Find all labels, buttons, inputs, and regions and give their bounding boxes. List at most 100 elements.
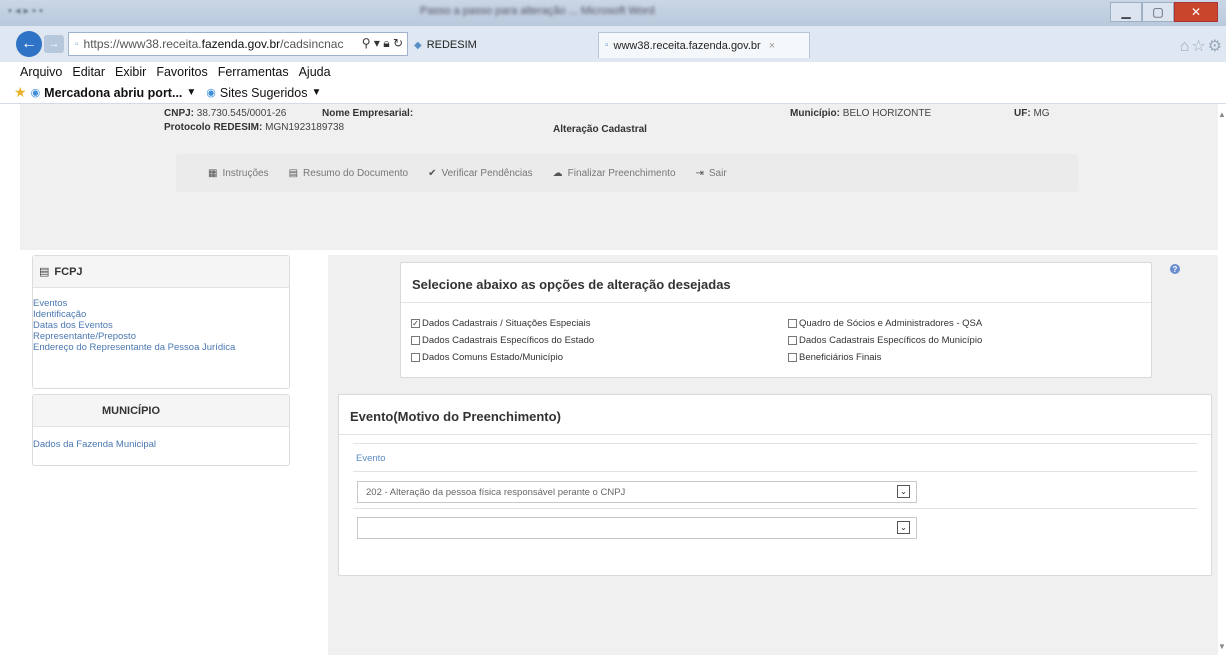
evento-select-1[interactable]: 202 - Alteração da pessoa física respons… bbox=[357, 481, 917, 503]
protocolo-label: Protocolo REDESIM: bbox=[164, 122, 263, 133]
option-qsa[interactable]: Quadro de Sócios e Administradores - QSA bbox=[788, 318, 982, 329]
forward-button[interactable]: → bbox=[44, 35, 64, 53]
finalizar-preenchimento-button[interactable]: ☁ Finalizar Preenchimento bbox=[553, 168, 676, 179]
close-window-button[interactable]: ✕ bbox=[1174, 2, 1218, 22]
verificar-pendencias-button[interactable]: ✔ Verificar Pendências bbox=[428, 168, 533, 179]
cloud-upload-icon: ☁ bbox=[552, 167, 563, 179]
document-icon: ▤ bbox=[288, 167, 299, 179]
settings-gear-icon[interactable]: ⚙ bbox=[1208, 38, 1224, 55]
chevron-down-icon[interactable]: ▼ bbox=[311, 87, 321, 98]
favorites-bar: ★ ◉ Mercadona abriu port... ▼ ◉ Sites Su… bbox=[0, 82, 1226, 104]
divider bbox=[353, 443, 1197, 444]
url-suffix: /cadsincnac bbox=[280, 37, 344, 51]
sidebar-link-eventos[interactable]: Eventos bbox=[33, 298, 289, 309]
fcpj-links: Eventos Identificação Datas dos Eventos … bbox=[33, 288, 289, 353]
sign-out-icon: ⇥ bbox=[695, 167, 704, 179]
page-header: CNPJ: 38.730.545/0001-26 Protocolo REDES… bbox=[20, 104, 1220, 250]
fcpj-header: ▤ FCPJ bbox=[33, 256, 289, 288]
option-dados-cadastrais[interactable]: ✓ Dados Cadastrais / Situações Especiais bbox=[411, 318, 590, 329]
favorites-star-icon[interactable]: ☆ bbox=[1191, 38, 1207, 55]
menu-arquivo[interactable]: Arquivo bbox=[20, 65, 62, 79]
home-icon[interactable]: ⌂ bbox=[1180, 38, 1192, 55]
menu-favoritos[interactable]: Favoritos bbox=[156, 65, 207, 79]
menu-exibir[interactable]: Exibir bbox=[115, 65, 146, 79]
sidebar-link-endereco-representante[interactable]: Endereço do Representante da Pessoa Jurí… bbox=[33, 342, 289, 353]
ie-page-icon: ◉ bbox=[206, 87, 216, 99]
url-field[interactable]: ▫ https://www38.receita. fazenda.gov.br/c… bbox=[68, 32, 408, 56]
chevron-down-icon[interactable]: ⌄ bbox=[897, 521, 910, 534]
nome-empresarial-label: Nome Empresarial: bbox=[322, 108, 414, 119]
evento-select-1-value: 202 - Alteração da pessoa física respons… bbox=[366, 486, 626, 498]
window-title: Passo a passo para alteração ... Microso… bbox=[420, 5, 655, 17]
municipio-title: MUNICÍPIO bbox=[101, 404, 161, 417]
browser-right-icons: ⌂☆⚙ bbox=[1180, 36, 1224, 56]
search-icon[interactable]: ⚲ bbox=[362, 36, 371, 50]
ie-page-icon: ◉ bbox=[30, 87, 41, 99]
option-comuns-estado-municipio[interactable]: Dados Comuns Estado/Município bbox=[411, 352, 563, 363]
evento-card: Evento(Motivo do Preenchimento) Evento 2… bbox=[338, 394, 1212, 576]
window-controls: ▁ ▢ ✕ bbox=[1110, 2, 1218, 22]
option-especificos-estado[interactable]: Dados Cadastrais Específicos do Estado bbox=[411, 335, 594, 346]
maximize-button[interactable]: ▢ bbox=[1142, 2, 1174, 22]
favorite-sites-sugeridos[interactable]: Sites Sugeridos bbox=[220, 86, 308, 100]
url-domain: fazenda.gov.br bbox=[201, 37, 281, 51]
menu-editar[interactable]: Editar bbox=[72, 65, 105, 79]
checkbox[interactable] bbox=[411, 353, 420, 362]
tab-receita[interactable]: ▫ www38.receita.fazenda.gov.br × bbox=[598, 32, 810, 58]
municipio-header: MUNICÍPIO bbox=[33, 395, 289, 427]
refresh-icon[interactable]: ↻ bbox=[393, 36, 403, 50]
sidebar-link-fazenda-municipal[interactable]: Dados da Fazenda Municipal bbox=[33, 439, 289, 450]
chevron-down-icon[interactable]: ▼ bbox=[186, 87, 196, 98]
checkbox[interactable] bbox=[411, 336, 420, 345]
option-especificos-municipio[interactable]: Dados Cadastrais Específicos do Municípi… bbox=[788, 335, 982, 346]
favorites-star-icon[interactable]: ★ bbox=[14, 84, 27, 101]
menu-ferramentas[interactable]: Ferramentas bbox=[218, 65, 289, 79]
fcpj-card: ▤ FCPJ Eventos Identificação Datas dos E… bbox=[32, 255, 290, 389]
resumo-documento-button[interactable]: ▤ Resumo do Documento bbox=[289, 168, 409, 179]
option-beneficiarios-finais[interactable]: Beneficiários Finais bbox=[788, 352, 881, 363]
divider bbox=[353, 471, 1197, 472]
window-titlebar: ▪ ◂ ▸ ▪ ▪ Passo a passo para alteração .… bbox=[0, 0, 1226, 26]
sidebar-link-identificacao[interactable]: Identificação bbox=[33, 309, 289, 320]
checkbox[interactable] bbox=[788, 336, 797, 345]
favorite-mercadona[interactable]: Mercadona abriu port... bbox=[44, 86, 182, 100]
instrucoes-button[interactable]: ▦ Instruções bbox=[208, 168, 269, 179]
checkbox-checked[interactable]: ✓ bbox=[411, 319, 420, 328]
checkbox[interactable] bbox=[788, 319, 797, 328]
evento-field-label: Evento bbox=[356, 453, 386, 464]
url-tools[interactable]: ⚲ ▾ 🔒︎ ↻ bbox=[361, 36, 403, 51]
check-circle-icon: ✔ bbox=[428, 167, 437, 179]
tab-redesim[interactable]: ◆ REDESIM bbox=[408, 32, 598, 58]
quick-access-icons: ▪ ◂ ▸ ▪ ▪ bbox=[8, 5, 43, 17]
tab-close-icon[interactable]: × bbox=[769, 40, 775, 52]
options-title: Selecione abaixo as opções de alteração … bbox=[412, 277, 731, 292]
cnpj-info: CNPJ: 38.730.545/0001-26 bbox=[164, 108, 286, 119]
sair-button[interactable]: ⇥ Sair bbox=[696, 168, 727, 179]
menu-bar: Arquivo Editar Exibir Favoritos Ferramen… bbox=[0, 62, 1226, 82]
alteracao-options-card: Selecione abaixo as opções de alteração … bbox=[400, 262, 1152, 378]
municipio-label: Município: bbox=[790, 108, 840, 119]
book-icon: ▦ bbox=[208, 167, 218, 179]
lock-icon: 🔒︎ bbox=[383, 36, 390, 50]
evento-select-2[interactable]: ⌄ bbox=[357, 517, 917, 539]
page-scrollbar[interactable]: ▲ ▼ bbox=[1218, 104, 1226, 655]
menu-ajuda[interactable]: Ajuda bbox=[299, 65, 331, 79]
chevron-down-icon[interactable]: ⌄ bbox=[897, 485, 910, 498]
scroll-up-icon[interactable]: ▲ bbox=[1218, 110, 1226, 119]
divider bbox=[353, 508, 1197, 509]
back-arrow-icon: ← bbox=[21, 35, 37, 52]
alteracao-cadastral-title: Alteração Cadastral bbox=[553, 124, 647, 135]
address-bar-row: ← → ▫ https://www38.receita. fazenda.gov.… bbox=[0, 26, 1226, 62]
help-icon[interactable]: ? bbox=[1170, 264, 1180, 274]
minimize-button[interactable]: ▁ bbox=[1110, 2, 1142, 22]
municipio-info: Município: BELO HORIZONTE bbox=[790, 108, 931, 119]
sidebar-link-datas-eventos[interactable]: Datas dos Eventos bbox=[33, 320, 289, 331]
cnpj-value: 38.730.545/0001-26 bbox=[196, 108, 287, 119]
back-button[interactable]: ← bbox=[16, 31, 42, 57]
checkbox[interactable] bbox=[788, 353, 797, 362]
scroll-down-icon[interactable]: ▼ bbox=[1218, 642, 1226, 651]
municipio-card: MUNICÍPIO Dados da Fazenda Municipal bbox=[32, 394, 290, 466]
url-prefix: https://www38.receita. bbox=[83, 37, 202, 51]
sidebar-link-representante[interactable]: Representante/Preposto bbox=[33, 331, 289, 342]
tab-label: www38.receita.fazenda.gov.br bbox=[613, 39, 761, 52]
